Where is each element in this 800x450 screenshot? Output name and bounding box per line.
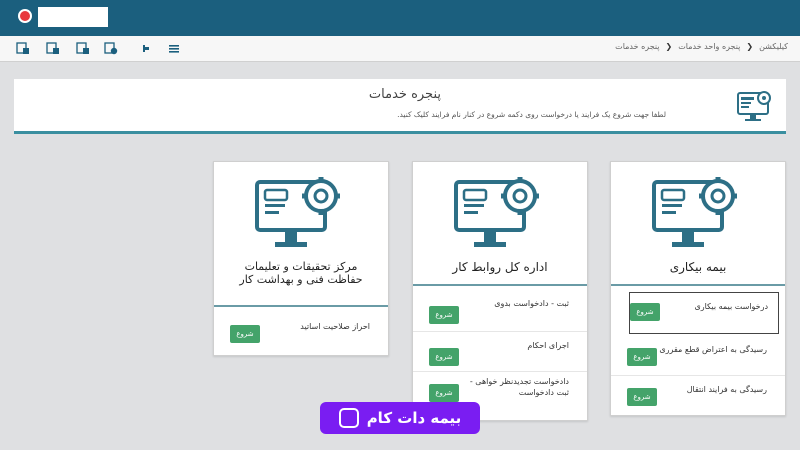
user-box[interactable] [38, 7, 108, 27]
monitor-gear-icon [255, 177, 340, 247]
monitor-gear-icon [652, 177, 737, 247]
item-label: درخواست بیمه بیکاری [694, 302, 768, 311]
chevron-left-icon: ❮ [665, 42, 673, 51]
service-card-unemployment-insurance: بیمه بیکاری درخواست بیمه بیکاری شروع رسی… [610, 161, 786, 416]
start-button[interactable]: شروع [230, 325, 260, 343]
start-button[interactable]: شروع [627, 348, 657, 366]
doc-list-icon[interactable] [46, 42, 60, 55]
doc-export-icon[interactable] [16, 42, 30, 55]
toolbar: کیلیکشن ❮ پنجره واحد خدمات ❮ پنجره خدمات [0, 36, 800, 62]
breadcrumb: کیلیکشن ❮ پنجره واحد خدمات ❮ پنجره خدمات [615, 42, 788, 51]
card-title: مرکز تحقیقات و تعلیمات حفاظت فنی و بهداش… [239, 260, 363, 286]
start-button[interactable]: شروع [630, 303, 660, 321]
brand-logo-icon [338, 408, 359, 428]
item-label: رسیدگی به فرایند انتقال [686, 385, 767, 394]
monitor-gear-icon [454, 177, 539, 247]
card-header: مرکز تحقیقات و تعلیمات حفاظت فنی و بهداش… [214, 162, 388, 307]
item-label: ثبت - دادخواست بدوی [494, 299, 569, 308]
list-icon[interactable] [167, 42, 181, 55]
doc-print-icon[interactable] [76, 42, 90, 55]
start-button[interactable]: شروع [429, 306, 459, 324]
list-item: درخواست بیمه بیکاری شروع [629, 292, 779, 334]
monitor-gear-icon [737, 91, 771, 121]
service-card-safety-research-center: مرکز تحقیقات و تعلیمات حفاظت فنی و بهداش… [213, 161, 389, 356]
app-topbar [0, 0, 800, 36]
doc-money-icon[interactable] [104, 42, 118, 55]
item-label: اجرای احکام [527, 341, 569, 350]
page-title: پنجره خدمات [368, 87, 441, 102]
service-card-labor-relations: اداره کل روابط کار ثبت - دادخواست بدوی ش… [412, 161, 588, 421]
chevron-left-icon: ❮ [746, 42, 754, 51]
breadcrumb-item-home[interactable]: کیلیکشن [759, 42, 788, 51]
list-item: اجرای احکام شروع [413, 332, 587, 372]
list-item: ثبت - دادخواست بدوی شروع [413, 286, 587, 332]
item-label: احراز صلاحیت اساتید [300, 322, 370, 331]
breadcrumb-item-service-window[interactable]: پنجره واحد خدمات [678, 42, 740, 51]
item-label: رسیدگی به اعتراض قطع مقرری [659, 345, 767, 354]
badge-text: بیمه دات کام [366, 409, 462, 427]
list-item: احراز صلاحیت اساتید شروع [214, 307, 388, 353]
list-item: رسیدگی به اعتراض قطع مقرری شروع [611, 334, 785, 376]
brand-badge: بیمه دات کام [320, 402, 480, 434]
breadcrumb-item-current: پنجره خدمات [615, 42, 660, 51]
card-header: بیمه بیکاری [611, 162, 785, 286]
list-item: رسیدگی به فرایند انتقال شروع [611, 376, 785, 414]
start-button[interactable]: شروع [429, 384, 459, 402]
pin-icon[interactable] [140, 42, 154, 55]
item-label: دادخواست تجدیدنظر خواهی - ثبت دادخواست [469, 377, 569, 397]
page-instructions: لطفا جهت شروع یک فرایند یا درخواست روی د… [397, 110, 666, 119]
card-header: اداره کل روابط کار [413, 162, 587, 286]
logo-icon[interactable] [18, 9, 32, 23]
start-button[interactable]: شروع [627, 388, 657, 406]
services-header: پنجره خدمات لطفا جهت شروع یک فرایند یا د… [14, 79, 786, 134]
card-title: بیمه بیکاری [669, 260, 727, 274]
start-button[interactable]: شروع [429, 348, 459, 366]
card-title: اداره کل روابط کار [452, 260, 548, 274]
